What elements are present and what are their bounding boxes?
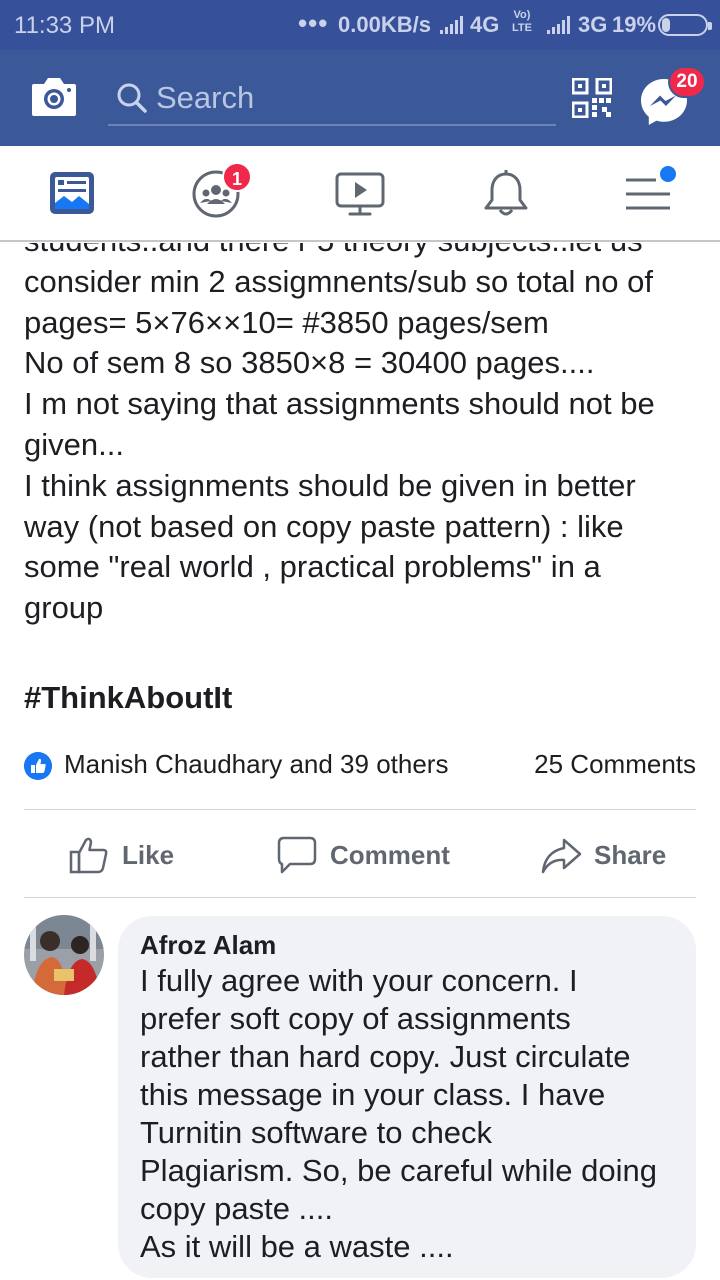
tab-news-feed[interactable] (48, 168, 100, 220)
tab-watch[interactable] (334, 168, 386, 220)
like-icon (69, 837, 108, 874)
share-icon (541, 838, 582, 874)
avatar[interactable] (24, 915, 104, 995)
menu-indicator-dot (660, 166, 676, 182)
status-network-3g: 3G (578, 12, 608, 37)
reactions-summary[interactable]: Manish Chaudhary and 39 others (64, 749, 448, 780)
signal-icon-2 (545, 14, 573, 34)
search-bar[interactable] (108, 70, 556, 126)
post-text: students..and there r 5 theory subjects.… (24, 243, 655, 626)
like-button[interactable]: Like (68, 830, 174, 880)
volte-bottom-label: LTE (512, 22, 532, 34)
app-bar: 20 (0, 50, 720, 146)
volte-indicator: Vo) LTE (512, 9, 532, 35)
like-label: Like (122, 839, 175, 870)
battery-percent: 19% (612, 12, 657, 37)
camera-icon[interactable] (30, 74, 78, 120)
volte-top-label: Vo) (513, 9, 531, 21)
status-time: 11:33 PM (14, 12, 115, 39)
divider (24, 809, 696, 810)
like-reaction-icon (24, 752, 52, 780)
tab-notifications[interactable] (480, 168, 532, 220)
post-hashtag[interactable]: #ThinkAboutIt (24, 680, 232, 716)
comment-text: I fully agree with your concern. I prefe… (140, 963, 657, 1264)
status-dots: ••• (298, 8, 329, 38)
comment-author[interactable]: Afroz Alam (140, 930, 276, 961)
divider (24, 897, 696, 898)
qr-code-icon[interactable] (572, 78, 612, 118)
tab-bar: 1 (0, 146, 720, 242)
messenger-badge: 20 (668, 66, 706, 98)
search-input[interactable] (156, 76, 536, 120)
status-network-4g: 4G (470, 12, 500, 37)
comments-count[interactable]: 25 Comments (534, 749, 696, 780)
battery-icon (658, 14, 712, 36)
comment-icon (277, 836, 317, 874)
share-label: Share (594, 839, 667, 870)
share-button[interactable]: Share (540, 830, 666, 880)
comment-label: Comment (330, 839, 450, 870)
groups-badge: 1 (222, 162, 252, 192)
post-body-viewport: students..and there r 5 theory subjects.… (0, 243, 720, 645)
status-bar: 11:33 PM ••• 0.00KB/s 4G Vo) LTE 3G 19% (0, 0, 720, 50)
status-network-speed: 0.00KB/s (338, 12, 431, 37)
comment-button[interactable]: Comment (276, 830, 450, 880)
signal-icon (438, 14, 466, 34)
search-icon (117, 83, 147, 113)
